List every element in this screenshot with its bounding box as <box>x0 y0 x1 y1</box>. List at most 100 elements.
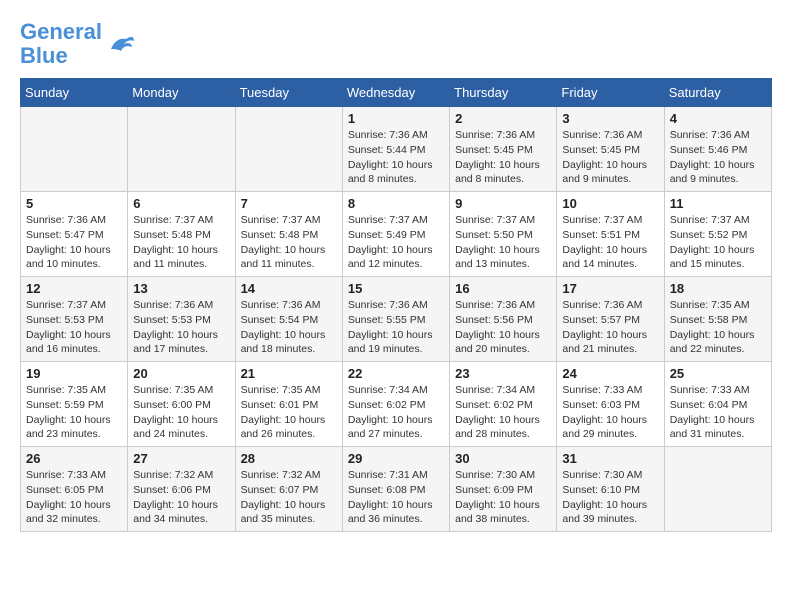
day-number: 9 <box>455 196 551 211</box>
day-number: 16 <box>455 281 551 296</box>
day-info: Sunrise: 7:37 AM Sunset: 5:53 PM Dayligh… <box>26 298 122 357</box>
day-number: 2 <box>455 111 551 126</box>
calendar-table: SundayMondayTuesdayWednesdayThursdayFrid… <box>20 78 772 532</box>
day-info: Sunrise: 7:37 AM Sunset: 5:50 PM Dayligh… <box>455 213 551 272</box>
day-number: 13 <box>133 281 229 296</box>
day-number: 30 <box>455 451 551 466</box>
calendar-cell: 17 Sunrise: 7:36 AM Sunset: 5:57 PM Dayli… <box>557 277 664 362</box>
day-info: Sunrise: 7:33 AM Sunset: 6:05 PM Dayligh… <box>26 468 122 527</box>
calendar-cell: 28 Sunrise: 7:32 AM Sunset: 6:07 PM Dayli… <box>235 447 342 532</box>
calendar-cell: 25 Sunrise: 7:33 AM Sunset: 6:04 PM Dayli… <box>664 362 771 447</box>
calendar-cell: 5 Sunrise: 7:36 AM Sunset: 5:47 PM Daylig… <box>21 192 128 277</box>
day-info: Sunrise: 7:36 AM Sunset: 5:45 PM Dayligh… <box>562 128 658 187</box>
calendar-cell: 3 Sunrise: 7:36 AM Sunset: 5:45 PM Daylig… <box>557 107 664 192</box>
calendar-cell: 27 Sunrise: 7:32 AM Sunset: 6:06 PM Dayli… <box>128 447 235 532</box>
day-info: Sunrise: 7:36 AM Sunset: 5:57 PM Dayligh… <box>562 298 658 357</box>
day-number: 20 <box>133 366 229 381</box>
day-number: 27 <box>133 451 229 466</box>
calendar-cell: 10Sunrise: 7:37 AM Sunset: 5:51 PM Dayli… <box>557 192 664 277</box>
day-number: 26 <box>26 451 122 466</box>
day-number: 18 <box>670 281 766 296</box>
calendar-cell: 23Sunrise: 7:34 AM Sunset: 6:02 PM Dayli… <box>450 362 557 447</box>
weekday-header-wednesday: Wednesday <box>342 79 449 107</box>
day-info: Sunrise: 7:36 AM Sunset: 5:56 PM Dayligh… <box>455 298 551 357</box>
day-number: 24 <box>562 366 658 381</box>
day-info: Sunrise: 7:36 AM Sunset: 5:47 PM Dayligh… <box>26 213 122 272</box>
day-number: 5 <box>26 196 122 211</box>
weekday-header-sunday: Sunday <box>21 79 128 107</box>
calendar-cell: 11 Sunrise: 7:37 AM Sunset: 5:52 PM Dayli… <box>664 192 771 277</box>
day-number: 14 <box>241 281 337 296</box>
calendar-cell: 26 Sunrise: 7:33 AM Sunset: 6:05 PM Dayli… <box>21 447 128 532</box>
calendar-cell: 13 Sunrise: 7:36 AM Sunset: 5:53 PM Dayli… <box>128 277 235 362</box>
day-info: Sunrise: 7:37 AM Sunset: 5:52 PM Dayligh… <box>670 213 766 272</box>
day-info: Sunrise: 7:35 AM Sunset: 6:00 PM Dayligh… <box>133 383 229 442</box>
calendar-cell: 29 Sunrise: 7:31 AM Sunset: 6:08 PM Dayli… <box>342 447 449 532</box>
day-number: 19 <box>26 366 122 381</box>
calendar-week-row: 26 Sunrise: 7:33 AM Sunset: 6:05 PM Dayli… <box>21 447 772 532</box>
calendar-week-row: 1 Sunrise: 7:36 AM Sunset: 5:44 PM Daylig… <box>21 107 772 192</box>
calendar-cell <box>128 107 235 192</box>
day-info: Sunrise: 7:37 AM Sunset: 5:48 PM Dayligh… <box>241 213 337 272</box>
calendar-week-row: 12 Sunrise: 7:37 AM Sunset: 5:53 PM Dayli… <box>21 277 772 362</box>
day-number: 22 <box>348 366 444 381</box>
calendar-cell: 7 Sunrise: 7:37 AM Sunset: 5:48 PM Daylig… <box>235 192 342 277</box>
day-info: Sunrise: 7:31 AM Sunset: 6:08 PM Dayligh… <box>348 468 444 527</box>
calendar-cell: 30 Sunrise: 7:30 AM Sunset: 6:09 PM Dayli… <box>450 447 557 532</box>
calendar-cell <box>235 107 342 192</box>
day-info: Sunrise: 7:34 AM Sunset: 6:02 PM Dayligh… <box>455 383 551 442</box>
day-number: 12 <box>26 281 122 296</box>
logo-text: GeneralBlue <box>20 20 102 68</box>
day-number: 10 <box>562 196 658 211</box>
calendar-cell: 2Sunrise: 7:36 AM Sunset: 5:45 PM Daylig… <box>450 107 557 192</box>
day-info: Sunrise: 7:35 AM Sunset: 6:01 PM Dayligh… <box>241 383 337 442</box>
calendar-cell: 20 Sunrise: 7:35 AM Sunset: 6:00 PM Dayli… <box>128 362 235 447</box>
day-info: Sunrise: 7:32 AM Sunset: 6:06 PM Dayligh… <box>133 468 229 527</box>
day-number: 29 <box>348 451 444 466</box>
day-info: Sunrise: 7:34 AM Sunset: 6:02 PM Dayligh… <box>348 383 444 442</box>
day-info: Sunrise: 7:33 AM Sunset: 6:04 PM Dayligh… <box>670 383 766 442</box>
day-info: Sunrise: 7:30 AM Sunset: 6:09 PM Dayligh… <box>455 468 551 527</box>
calendar-cell: 24 Sunrise: 7:33 AM Sunset: 6:03 PM Dayli… <box>557 362 664 447</box>
day-number: 4 <box>670 111 766 126</box>
day-number: 25 <box>670 366 766 381</box>
weekday-header-monday: Monday <box>128 79 235 107</box>
day-info: Sunrise: 7:32 AM Sunset: 6:07 PM Dayligh… <box>241 468 337 527</box>
day-info: Sunrise: 7:35 AM Sunset: 5:58 PM Dayligh… <box>670 298 766 357</box>
day-number: 3 <box>562 111 658 126</box>
day-info: Sunrise: 7:33 AM Sunset: 6:03 PM Dayligh… <box>562 383 658 442</box>
day-info: Sunrise: 7:36 AM Sunset: 5:44 PM Dayligh… <box>348 128 444 187</box>
page-header: GeneralBlue <box>20 20 772 68</box>
day-info: Sunrise: 7:37 AM Sunset: 5:49 PM Dayligh… <box>348 213 444 272</box>
day-info: Sunrise: 7:30 AM Sunset: 6:10 PM Dayligh… <box>562 468 658 527</box>
calendar-cell: 22 Sunrise: 7:34 AM Sunset: 6:02 PM Dayli… <box>342 362 449 447</box>
calendar-cell: 18 Sunrise: 7:35 AM Sunset: 5:58 PM Dayli… <box>664 277 771 362</box>
weekday-header-thursday: Thursday <box>450 79 557 107</box>
weekday-header-saturday: Saturday <box>664 79 771 107</box>
day-info: Sunrise: 7:36 AM Sunset: 5:46 PM Dayligh… <box>670 128 766 187</box>
day-number: 7 <box>241 196 337 211</box>
day-info: Sunrise: 7:36 AM Sunset: 5:53 PM Dayligh… <box>133 298 229 357</box>
weekday-header-tuesday: Tuesday <box>235 79 342 107</box>
logo: GeneralBlue <box>20 20 136 68</box>
calendar-cell: 21 Sunrise: 7:35 AM Sunset: 6:01 PM Dayli… <box>235 362 342 447</box>
calendar-cell: 31Sunrise: 7:30 AM Sunset: 6:10 PM Dayli… <box>557 447 664 532</box>
day-number: 1 <box>348 111 444 126</box>
day-info: Sunrise: 7:36 AM Sunset: 5:54 PM Dayligh… <box>241 298 337 357</box>
day-number: 28 <box>241 451 337 466</box>
calendar-cell: 9 Sunrise: 7:37 AM Sunset: 5:50 PM Daylig… <box>450 192 557 277</box>
day-info: Sunrise: 7:36 AM Sunset: 5:55 PM Dayligh… <box>348 298 444 357</box>
day-number: 11 <box>670 196 766 211</box>
calendar-week-row: 19Sunrise: 7:35 AM Sunset: 5:59 PM Dayli… <box>21 362 772 447</box>
day-number: 17 <box>562 281 658 296</box>
day-number: 21 <box>241 366 337 381</box>
calendar-cell: 14 Sunrise: 7:36 AM Sunset: 5:54 PM Dayli… <box>235 277 342 362</box>
calendar-cell: 12 Sunrise: 7:37 AM Sunset: 5:53 PM Dayli… <box>21 277 128 362</box>
calendar-cell: 6Sunrise: 7:37 AM Sunset: 5:48 PM Daylig… <box>128 192 235 277</box>
calendar-cell: 16 Sunrise: 7:36 AM Sunset: 5:56 PM Dayli… <box>450 277 557 362</box>
weekday-header-row: SundayMondayTuesdayWednesdayThursdayFrid… <box>21 79 772 107</box>
calendar-week-row: 5 Sunrise: 7:36 AM Sunset: 5:47 PM Daylig… <box>21 192 772 277</box>
calendar-cell: 19Sunrise: 7:35 AM Sunset: 5:59 PM Dayli… <box>21 362 128 447</box>
calendar-cell: 1 Sunrise: 7:36 AM Sunset: 5:44 PM Daylig… <box>342 107 449 192</box>
calendar-cell: 15Sunrise: 7:36 AM Sunset: 5:55 PM Dayli… <box>342 277 449 362</box>
